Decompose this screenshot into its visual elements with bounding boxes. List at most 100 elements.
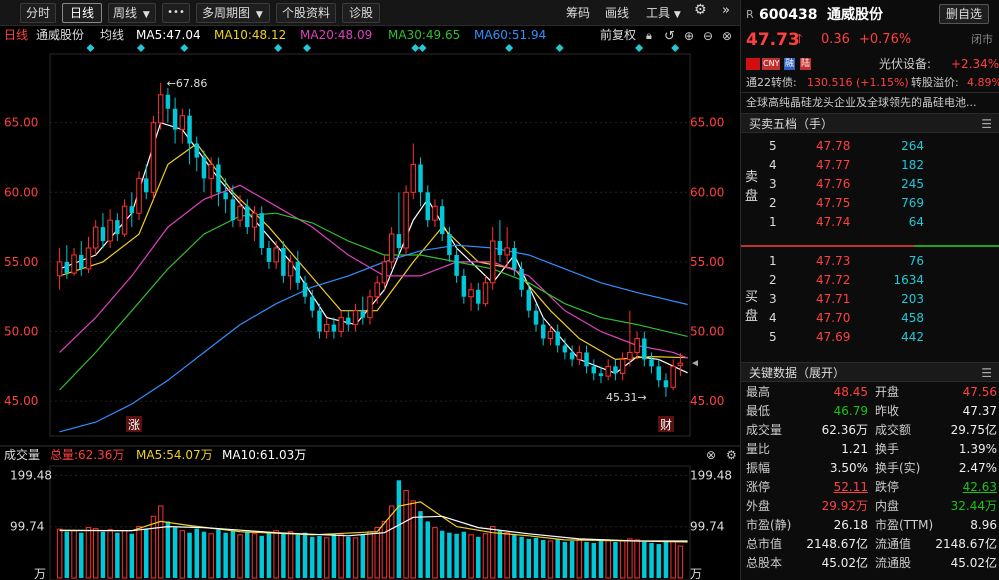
volume-tick-label-right: 199.48 bbox=[690, 468, 732, 482]
candle bbox=[187, 108, 192, 165]
volume-bar bbox=[396, 480, 402, 578]
ma5-value: MA5:47.04 bbox=[136, 28, 201, 42]
key-data-header[interactable]: 关键数据（展开） ☰ bbox=[741, 362, 999, 382]
close-volume-icon[interactable]: ⊗ bbox=[706, 448, 716, 462]
expand-icon[interactable]: » bbox=[722, 3, 730, 18]
candle bbox=[497, 220, 503, 262]
volume-bar bbox=[237, 534, 243, 579]
volume-bar bbox=[223, 532, 228, 578]
settings-gear-icon[interactable]: ⚙ bbox=[726, 448, 737, 462]
ask-level-3[interactable]: 3 47.76 245 bbox=[741, 175, 999, 194]
quote-panel: R 600438 通威股份 删自选 47.73 🡑 0.36 +0.76% 闭市… bbox=[740, 0, 999, 580]
candle bbox=[331, 317, 337, 339]
event-marker-icon[interactable] bbox=[555, 44, 564, 52]
company-desc-row[interactable]: 全球高纯晶硅龙头企业及全球领先的晶硅电池... bbox=[741, 92, 999, 111]
bond-label[interactable]: 通22转债: bbox=[746, 73, 797, 92]
premium-value: 4.89% bbox=[967, 76, 999, 89]
ask-level-2[interactable]: 2 47.75 769 bbox=[741, 194, 999, 213]
bid-level-2[interactable]: 2 47.72 1634 bbox=[741, 271, 999, 290]
ask-level-5[interactable]: 5 47.78 264 bbox=[741, 137, 999, 156]
chart-area[interactable]: 日线 通威股份 均线 MA5:47.04 MA10:48.12 MA20:48.… bbox=[0, 26, 740, 580]
candle bbox=[489, 227, 496, 290]
event-marker-icon[interactable] bbox=[671, 44, 680, 52]
stat-value: 47.37 bbox=[962, 404, 997, 418]
event-marker-icon[interactable] bbox=[274, 44, 283, 52]
adjust-label[interactable]: 前复权 bbox=[600, 27, 636, 42]
volume-tick-label-left: 99.74 bbox=[10, 520, 44, 534]
ma-label[interactable]: 均线 bbox=[100, 28, 124, 42]
bid-level-5[interactable]: 5 47.69 442 bbox=[741, 328, 999, 347]
ask-level-1[interactable]: 1 47.74 64 bbox=[741, 213, 999, 232]
volume-bar bbox=[569, 540, 575, 578]
event-marker-icon[interactable] bbox=[635, 44, 644, 52]
settings-gear-icon[interactable]: ⚙ bbox=[694, 2, 707, 18]
candle bbox=[649, 352, 654, 374]
y-tick-label-left: 55.00 bbox=[4, 255, 38, 269]
event-marker-icon[interactable] bbox=[411, 44, 420, 52]
stat-value: 47.56 bbox=[962, 385, 997, 399]
close-chart-icon[interactable]: ⊗ bbox=[722, 29, 732, 43]
stat-label: 流通股 bbox=[875, 556, 912, 570]
ask-level-4[interactable]: 4 47.77 182 bbox=[741, 156, 999, 175]
stat-label: 跌停 bbox=[875, 480, 900, 494]
stock-name: 通威股份 bbox=[827, 7, 883, 23]
event-marker-icon[interactable] bbox=[180, 44, 189, 52]
bid-level-1[interactable]: 1 47.73 76 bbox=[741, 252, 999, 271]
candle bbox=[367, 289, 373, 325]
candle bbox=[352, 303, 359, 332]
draw-line-button[interactable]: 画线 bbox=[605, 4, 629, 21]
stock-profile-button[interactable]: 个股资料 bbox=[276, 3, 336, 23]
tools-button[interactable]: 工具 ▼ bbox=[646, 4, 681, 21]
multi-period-button[interactable]: 多周期图 ▼ bbox=[196, 3, 270, 23]
candle bbox=[136, 171, 142, 221]
chevron-down-icon: ▼ bbox=[673, 10, 681, 20]
bid-level-4[interactable]: 4 47.70 458 bbox=[741, 309, 999, 328]
candle bbox=[634, 331, 640, 360]
remove-watchlist-button[interactable]: 删自选 bbox=[939, 4, 990, 24]
tab-intraday[interactable]: 分时 bbox=[20, 3, 56, 23]
level-volume: 76 bbox=[908, 254, 924, 268]
event-marker-icon[interactable] bbox=[418, 44, 427, 52]
event-marker-icon[interactable] bbox=[137, 44, 146, 52]
candle bbox=[223, 178, 228, 214]
volume-bar bbox=[418, 511, 423, 578]
menu-icon[interactable]: ☰ bbox=[981, 363, 992, 383]
volume-bar bbox=[317, 535, 322, 578]
event-marker-icon[interactable] bbox=[505, 44, 514, 52]
level-index: 5 bbox=[769, 330, 777, 344]
bid-level-3[interactable]: 3 47.71 203 bbox=[741, 290, 999, 309]
candle bbox=[656, 359, 661, 388]
sector-label[interactable]: 光伏设备: bbox=[879, 55, 931, 74]
y-tick-label-right: 60.00 bbox=[690, 185, 724, 199]
lock-icon[interactable]: 🔒︎ bbox=[646, 29, 652, 42]
more-button[interactable]: ••• bbox=[162, 3, 190, 23]
stat-label: 总市值 bbox=[746, 537, 783, 551]
menu-icon[interactable]: ☰ bbox=[981, 114, 992, 134]
volume-bar bbox=[656, 544, 661, 578]
volume-bar bbox=[381, 520, 388, 579]
candle bbox=[670, 359, 676, 391]
zoom-in-icon[interactable]: ⊕ bbox=[684, 29, 694, 43]
event-marker-icon[interactable] bbox=[86, 44, 95, 52]
candle bbox=[172, 97, 178, 144]
candle bbox=[418, 157, 423, 207]
undo-icon[interactable]: ↺ bbox=[664, 29, 675, 44]
zoom-out-icon[interactable]: ⊖ bbox=[703, 29, 713, 43]
stat-label: 最低 bbox=[746, 404, 771, 418]
event-marker-icon[interactable] bbox=[303, 44, 312, 52]
tab-daily[interactable]: 日线 bbox=[62, 3, 102, 23]
stat-value: 2148.67亿 bbox=[935, 537, 997, 551]
stat-row: 总股本 45.02亿 流通股 45.02亿 bbox=[741, 554, 999, 573]
volume-bar bbox=[403, 490, 409, 579]
tab-weekly[interactable]: 周线 ▼ bbox=[108, 3, 156, 23]
volume-bar bbox=[79, 532, 84, 578]
volume-bar bbox=[194, 528, 199, 578]
volume-bar bbox=[56, 528, 63, 579]
candle bbox=[273, 241, 279, 269]
sell-volume-bar bbox=[741, 245, 914, 247]
candle bbox=[613, 359, 618, 381]
y-tick-label-right: 65.00 bbox=[690, 116, 724, 130]
chips-button[interactable]: 筹码 bbox=[566, 4, 590, 21]
level-price: 47.77 bbox=[816, 158, 851, 172]
diagnose-button[interactable]: 诊股 bbox=[342, 3, 380, 23]
